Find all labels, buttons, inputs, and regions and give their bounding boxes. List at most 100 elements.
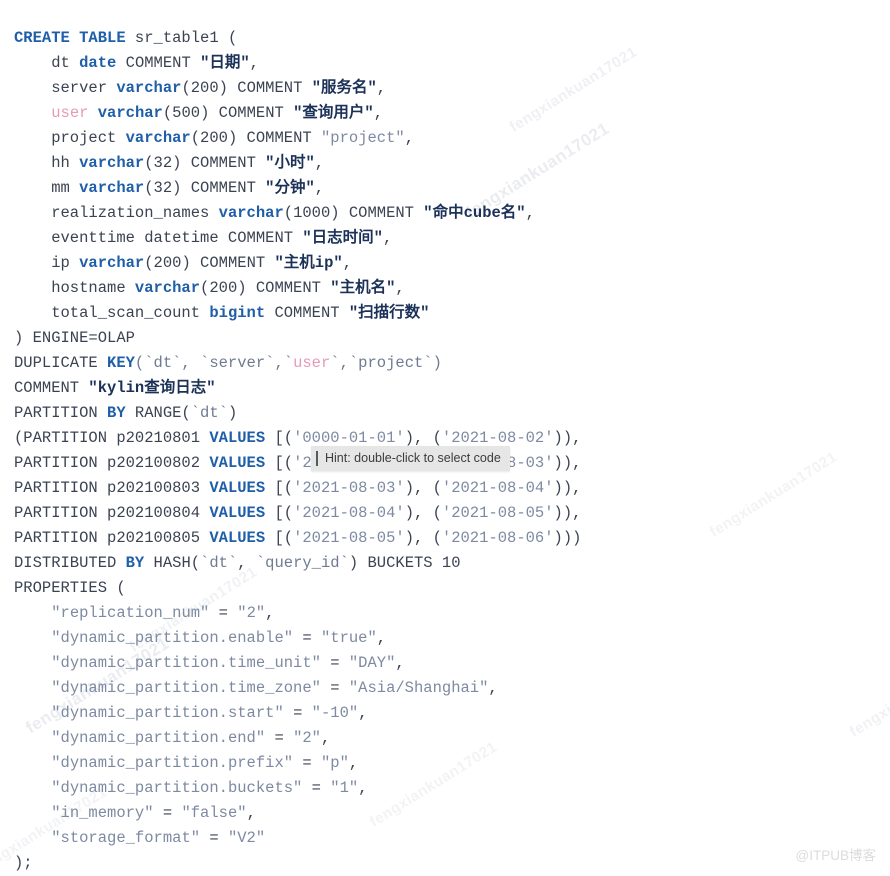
code-line: "replication_num" = "2", bbox=[14, 601, 890, 626]
code-token-plain: , bbox=[373, 103, 384, 122]
code-line: "dynamic_partition.time_unit" = "DAY", bbox=[14, 651, 890, 676]
code-token-plain: = bbox=[302, 778, 331, 797]
code-token-plain: project bbox=[14, 128, 126, 147]
code-token-plain: PROPERTIES ( bbox=[14, 578, 126, 597]
code-token-plain: , bbox=[249, 53, 259, 72]
code-token-kw: BY bbox=[125, 553, 145, 572]
code-token-plain: = bbox=[293, 753, 321, 772]
code-token-kw: varchar bbox=[79, 153, 145, 172]
code-token-str: '2021-08-04' bbox=[441, 478, 554, 497]
code-line: hostname varchar(200) COMMENT "主机名", bbox=[14, 276, 890, 301]
code-token-plain: = bbox=[283, 703, 312, 722]
code-token-plain: PARTITION p202100804 bbox=[14, 503, 210, 522]
code-token-plain: PARTITION p202100805 bbox=[14, 528, 210, 547]
code-token-plain: PARTITION bbox=[14, 403, 108, 422]
code-token-plain: [( bbox=[265, 503, 294, 522]
code-line: "dynamic_partition.prefix" = "p", bbox=[14, 751, 890, 776]
code-line: PROPERTIES ( bbox=[14, 576, 890, 601]
code-token-plain: ) bbox=[227, 403, 238, 422]
code-line: PARTITION p202100803 VALUES [('2021-08-0… bbox=[14, 476, 890, 501]
code-token-plain: , bbox=[358, 778, 368, 797]
code-token-plain: , bbox=[525, 203, 535, 222]
code-token-plain: [( bbox=[265, 428, 294, 447]
double-click-hint-tooltip: Hint: double-click to select code bbox=[311, 445, 510, 471]
code-token-plain: ); bbox=[14, 853, 33, 872]
code-token-plain: , bbox=[342, 253, 353, 272]
code-line: CREATE TABLE sr_table1 ( bbox=[14, 26, 890, 51]
code-token-kw: CREATE TABLE bbox=[14, 28, 126, 47]
code-token-plain: COMMENT bbox=[14, 378, 89, 397]
code-token-str: "-10" bbox=[311, 703, 359, 722]
code-token-str: "dynamic_partition.prefix" bbox=[51, 753, 294, 772]
code-line: DUPLICATE KEY(`dt`, `server`,`user`,`pro… bbox=[14, 351, 890, 376]
code-line: server varchar(200) COMMENT "服务名", bbox=[14, 76, 890, 101]
code-token-plain: mm bbox=[14, 178, 80, 197]
code-token-plain: ), ( bbox=[404, 478, 442, 497]
code-token-plain: ))) bbox=[553, 528, 582, 547]
code-token-str: '2021-08-05' bbox=[441, 503, 554, 522]
code-token-str: '2021-08-03' bbox=[293, 478, 405, 497]
code-token-strcn: "查询用户" bbox=[293, 103, 374, 122]
code-token-plain: (500) COMMENT bbox=[162, 103, 294, 122]
code-token-plain: ) BUCKETS 10 bbox=[348, 553, 461, 572]
code-token-plain: (PARTITION p20210801 bbox=[14, 428, 210, 447]
code-token-plain: hh bbox=[14, 153, 80, 172]
code-token-plain: , bbox=[376, 78, 387, 97]
code-token-plain: , bbox=[376, 628, 387, 647]
code-token-plain: = bbox=[200, 828, 228, 847]
code-token-plain: , bbox=[314, 178, 325, 197]
code-token-plain: )), bbox=[553, 428, 582, 447]
code-token-plain: , bbox=[395, 278, 405, 297]
code-token-strcn: "小时" bbox=[265, 153, 315, 172]
code-token-plain: (32) COMMENT bbox=[144, 178, 266, 197]
text-cursor-icon bbox=[316, 450, 318, 466]
code-token-plain: COMMENT bbox=[116, 53, 201, 72]
code-line: PARTITION p202100804 VALUES [('2021-08-0… bbox=[14, 501, 890, 526]
code-token-kw: varchar bbox=[116, 78, 182, 97]
code-token-plain: HASH( bbox=[144, 553, 201, 572]
code-token-tick: `dt` bbox=[200, 553, 238, 572]
code-token-strcn: "日期" bbox=[200, 53, 250, 72]
code-token-str: "dynamic_partition.time_zone" bbox=[51, 678, 321, 697]
code-line: ip varchar(200) COMMENT "主机ip", bbox=[14, 251, 890, 276]
code-token-kw: varchar bbox=[79, 178, 145, 197]
code-token-plain: , bbox=[237, 553, 256, 572]
code-token-str: "dynamic_partition.time_unit" bbox=[51, 653, 321, 672]
code-token-tick: `,`project`) bbox=[330, 353, 442, 372]
code-token-plain: ), ( bbox=[404, 503, 442, 522]
code-token-plain: (200) COMMENT bbox=[190, 128, 321, 147]
code-token-plain: eventtime datetime COMMENT bbox=[14, 228, 303, 247]
code-token-str: "Asia/Shanghai" bbox=[348, 678, 489, 697]
code-token-plain: = bbox=[293, 628, 321, 647]
code-token-str: "storage_format" bbox=[51, 828, 201, 847]
code-token-plain: )), bbox=[553, 503, 582, 522]
code-line: "dynamic_partition.start" = "-10", bbox=[14, 701, 890, 726]
code-token-str: "dynamic_partition.start" bbox=[51, 703, 284, 722]
code-token-plain: DUPLICATE bbox=[14, 353, 108, 372]
code-line: ) ENGINE=OLAP bbox=[14, 326, 890, 351]
code-token-plain: , bbox=[265, 603, 275, 622]
code-token-kw: VALUES bbox=[209, 528, 266, 547]
code-token-plain: ), ( bbox=[404, 528, 442, 547]
code-token-str: "project" bbox=[320, 128, 405, 147]
code-line: ); bbox=[14, 851, 890, 876]
code-token-plain: [( bbox=[265, 453, 294, 472]
code-token-plain: = bbox=[320, 653, 349, 672]
code-token-kw: bigint bbox=[209, 303, 266, 322]
hint-tooltip-label: Hint: double-click to select code bbox=[325, 451, 501, 465]
code-token-kw: date bbox=[79, 53, 117, 72]
code-token-plain: (200) COMMENT bbox=[144, 253, 275, 272]
code-token-str: "V2" bbox=[227, 828, 266, 847]
code-token-plain: = bbox=[320, 678, 349, 697]
code-token-kw: varchar bbox=[79, 253, 145, 272]
